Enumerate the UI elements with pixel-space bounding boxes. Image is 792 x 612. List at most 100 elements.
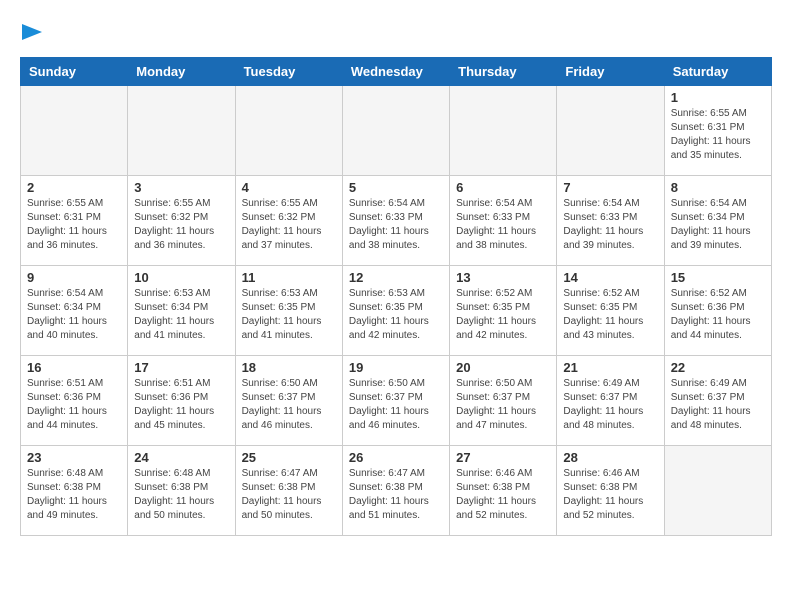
day-info: Sunrise: 6:53 AM Sunset: 6:34 PM Dayligh… xyxy=(134,287,228,343)
day-info: Sunrise: 6:49 AM Sunset: 6:37 PM Dayligh… xyxy=(671,377,765,433)
calendar-cell: 4 Sunrise: 6:55 AM Sunset: 6:32 PM Daylig… xyxy=(235,176,342,266)
day-number: 7 xyxy=(563,180,657,195)
calendar-cell: 1 Sunrise: 6:55 AM Sunset: 6:31 PM Daylig… xyxy=(664,86,771,176)
day-number: 13 xyxy=(456,270,550,285)
calendar-cell: 26 Sunrise: 6:47 AM Sunset: 6:38 PM Dayli… xyxy=(342,446,449,536)
calendar-cell: 24 Sunrise: 6:48 AM Sunset: 6:38 PM Dayli… xyxy=(128,446,235,536)
day-info: Sunrise: 6:48 AM Sunset: 6:38 PM Dayligh… xyxy=(27,467,121,523)
day-number: 23 xyxy=(27,450,121,465)
day-info: Sunrise: 6:50 AM Sunset: 6:37 PM Dayligh… xyxy=(242,377,336,433)
day-info: Sunrise: 6:50 AM Sunset: 6:37 PM Dayligh… xyxy=(349,377,443,433)
day-of-week-header: Thursday xyxy=(450,58,557,86)
calendar-cell: 12 Sunrise: 6:53 AM Sunset: 6:35 PM Dayli… xyxy=(342,266,449,356)
day-number: 1 xyxy=(671,90,765,105)
day-info: Sunrise: 6:52 AM Sunset: 6:36 PM Dayligh… xyxy=(671,287,765,343)
calendar-cell: 11 Sunrise: 6:53 AM Sunset: 6:35 PM Dayli… xyxy=(235,266,342,356)
day-of-week-header: Wednesday xyxy=(342,58,449,86)
calendar-cell: 7 Sunrise: 6:54 AM Sunset: 6:33 PM Daylig… xyxy=(557,176,664,266)
calendar-cell: 2Sunrise: 6:55 AM Sunset: 6:31 PM Daylig… xyxy=(21,176,128,266)
day-info: Sunrise: 6:55 AM Sunset: 6:32 PM Dayligh… xyxy=(242,197,336,253)
day-number: 15 xyxy=(671,270,765,285)
day-number: 24 xyxy=(134,450,228,465)
calendar-cell: 16Sunrise: 6:51 AM Sunset: 6:36 PM Dayli… xyxy=(21,356,128,446)
calendar-cell xyxy=(664,446,771,536)
calendar-week-row: 9 Sunrise: 6:54 AM Sunset: 6:34 PM Daylig… xyxy=(21,266,772,356)
day-of-week-header: Sunday xyxy=(21,58,128,86)
day-number: 26 xyxy=(349,450,443,465)
calendar-cell: 15 Sunrise: 6:52 AM Sunset: 6:36 PM Dayli… xyxy=(664,266,771,356)
day-info: Sunrise: 6:46 AM Sunset: 6:38 PM Dayligh… xyxy=(563,467,657,523)
page-header xyxy=(20,20,772,47)
logo xyxy=(20,20,44,47)
day-info: Sunrise: 6:54 AM Sunset: 6:33 PM Dayligh… xyxy=(563,197,657,253)
day-number: 2 xyxy=(27,180,121,195)
day-info: Sunrise: 6:52 AM Sunset: 6:35 PM Dayligh… xyxy=(563,287,657,343)
day-number: 20 xyxy=(456,360,550,375)
day-info: Sunrise: 6:48 AM Sunset: 6:38 PM Dayligh… xyxy=(134,467,228,523)
calendar-cell: 20 Sunrise: 6:50 AM Sunset: 6:37 PM Dayli… xyxy=(450,356,557,446)
day-info: Sunrise: 6:51 AM Sunset: 6:36 PM Dayligh… xyxy=(134,377,228,433)
day-number: 21 xyxy=(563,360,657,375)
day-info: Sunrise: 6:47 AM Sunset: 6:38 PM Dayligh… xyxy=(349,467,443,523)
calendar-cell: 27 Sunrise: 6:46 AM Sunset: 6:38 PM Dayli… xyxy=(450,446,557,536)
day-number: 11 xyxy=(242,270,336,285)
logo-arrow-icon xyxy=(22,22,44,42)
day-info: Sunrise: 6:54 AM Sunset: 6:34 PM Dayligh… xyxy=(27,287,121,343)
day-of-week-header: Tuesday xyxy=(235,58,342,86)
day-number: 8 xyxy=(671,180,765,195)
calendar-cell: 8 Sunrise: 6:54 AM Sunset: 6:34 PM Daylig… xyxy=(664,176,771,266)
calendar-cell: 17Sunrise: 6:51 AM Sunset: 6:36 PM Dayli… xyxy=(128,356,235,446)
day-info: Sunrise: 6:54 AM Sunset: 6:33 PM Dayligh… xyxy=(456,197,550,253)
calendar-week-row: 1 Sunrise: 6:55 AM Sunset: 6:31 PM Daylig… xyxy=(21,86,772,176)
calendar-cell xyxy=(21,86,128,176)
day-info: Sunrise: 6:53 AM Sunset: 6:35 PM Dayligh… xyxy=(242,287,336,343)
day-number: 19 xyxy=(349,360,443,375)
calendar-cell: 10 Sunrise: 6:53 AM Sunset: 6:34 PM Dayli… xyxy=(128,266,235,356)
day-of-week-header: Friday xyxy=(557,58,664,86)
day-number: 28 xyxy=(563,450,657,465)
calendar-cell: 28 Sunrise: 6:46 AM Sunset: 6:38 PM Dayli… xyxy=(557,446,664,536)
calendar-header-row: SundayMondayTuesdayWednesdayThursdayFrid… xyxy=(21,58,772,86)
day-number: 25 xyxy=(242,450,336,465)
day-number: 10 xyxy=(134,270,228,285)
day-number: 3 xyxy=(134,180,228,195)
calendar-cell: 21 Sunrise: 6:49 AM Sunset: 6:37 PM Dayli… xyxy=(557,356,664,446)
calendar-cell: 19 Sunrise: 6:50 AM Sunset: 6:37 PM Dayli… xyxy=(342,356,449,446)
day-number: 18 xyxy=(242,360,336,375)
day-info: Sunrise: 6:46 AM Sunset: 6:38 PM Dayligh… xyxy=(456,467,550,523)
calendar-cell: 5 Sunrise: 6:54 AM Sunset: 6:33 PM Daylig… xyxy=(342,176,449,266)
day-number: 27 xyxy=(456,450,550,465)
calendar-week-row: 23 Sunrise: 6:48 AM Sunset: 6:38 PM Dayli… xyxy=(21,446,772,536)
calendar-cell xyxy=(128,86,235,176)
calendar-cell: 9 Sunrise: 6:54 AM Sunset: 6:34 PM Daylig… xyxy=(21,266,128,356)
day-info: Sunrise: 6:55 AM Sunset: 6:31 PM Dayligh… xyxy=(671,107,765,163)
day-info: Sunrise: 6:49 AM Sunset: 6:37 PM Dayligh… xyxy=(563,377,657,433)
day-info: Sunrise: 6:50 AM Sunset: 6:37 PM Dayligh… xyxy=(456,377,550,433)
day-number: 22 xyxy=(671,360,765,375)
calendar-cell: 22 Sunrise: 6:49 AM Sunset: 6:37 PM Dayli… xyxy=(664,356,771,446)
day-info: Sunrise: 6:52 AM Sunset: 6:35 PM Dayligh… xyxy=(456,287,550,343)
calendar-table: SundayMondayTuesdayWednesdayThursdayFrid… xyxy=(20,57,772,536)
day-of-week-header: Monday xyxy=(128,58,235,86)
day-number: 4 xyxy=(242,180,336,195)
day-number: 9 xyxy=(27,270,121,285)
day-of-week-header: Saturday xyxy=(664,58,771,86)
day-number: 12 xyxy=(349,270,443,285)
calendar-cell xyxy=(342,86,449,176)
day-number: 6 xyxy=(456,180,550,195)
calendar-week-row: 16Sunrise: 6:51 AM Sunset: 6:36 PM Dayli… xyxy=(21,356,772,446)
day-info: Sunrise: 6:54 AM Sunset: 6:34 PM Dayligh… xyxy=(671,197,765,253)
calendar-cell xyxy=(557,86,664,176)
calendar-cell: 6 Sunrise: 6:54 AM Sunset: 6:33 PM Daylig… xyxy=(450,176,557,266)
calendar-cell: 25 Sunrise: 6:47 AM Sunset: 6:38 PM Dayli… xyxy=(235,446,342,536)
calendar-cell: 18 Sunrise: 6:50 AM Sunset: 6:37 PM Dayli… xyxy=(235,356,342,446)
calendar-cell: 13 Sunrise: 6:52 AM Sunset: 6:35 PM Dayli… xyxy=(450,266,557,356)
day-info: Sunrise: 6:51 AM Sunset: 6:36 PM Dayligh… xyxy=(27,377,121,433)
day-info: Sunrise: 6:47 AM Sunset: 6:38 PM Dayligh… xyxy=(242,467,336,523)
calendar-cell xyxy=(450,86,557,176)
day-info: Sunrise: 6:54 AM Sunset: 6:33 PM Dayligh… xyxy=(349,197,443,253)
day-number: 5 xyxy=(349,180,443,195)
calendar-cell xyxy=(235,86,342,176)
day-info: Sunrise: 6:55 AM Sunset: 6:32 PM Dayligh… xyxy=(134,197,228,253)
day-info: Sunrise: 6:53 AM Sunset: 6:35 PM Dayligh… xyxy=(349,287,443,343)
